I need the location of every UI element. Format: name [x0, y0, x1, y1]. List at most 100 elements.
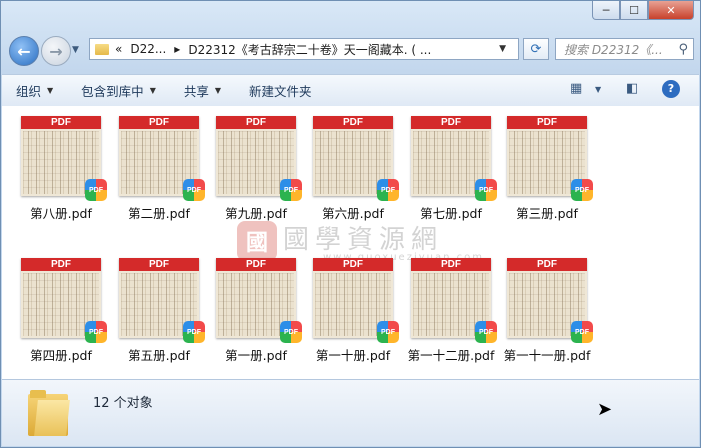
details-pane: 12 个对象	[2, 379, 699, 446]
file-item[interactable]: PDF PDF 第八册.pdf	[13, 116, 109, 222]
pdf-band-label: PDF	[21, 116, 101, 129]
watermark: 國 國學資源網 www.guoxueziyuan.com	[237, 219, 484, 263]
pdf-thumbnail: PDF PDF	[507, 258, 593, 343]
pdf-band-label: PDF	[507, 258, 587, 271]
file-item[interactable]: PDF PDF 第六册.pdf	[305, 116, 401, 222]
file-item[interactable]: PDF PDF 第一十二册.pdf	[403, 258, 499, 364]
item-count: 12 个对象	[93, 396, 153, 411]
large-folder-icon	[28, 388, 70, 436]
folder-tab	[30, 390, 46, 398]
file-item[interactable]: PDF PDF 第五册.pdf	[111, 258, 207, 364]
share-menu[interactable]: 共享 ▼	[170, 81, 235, 100]
pdf-app-icon: PDF	[475, 321, 497, 343]
preview-pane-button[interactable]: ◧	[626, 81, 638, 96]
file-name: 第八册.pdf	[30, 206, 92, 221]
pdf-thumbnail: PDF PDF	[313, 116, 399, 201]
include-in-library-menu[interactable]: 包含到库中 ▼	[67, 81, 170, 100]
pdf-app-icon: PDF	[85, 179, 107, 201]
refresh-button[interactable]: ⟳	[523, 38, 549, 60]
chevron-down-icon: ▼	[47, 86, 54, 95]
pdf-badge-label: PDF	[381, 328, 395, 336]
file-item[interactable]: PDF PDF 第七册.pdf	[403, 116, 499, 222]
organize-label: 组织	[16, 84, 42, 99]
pdf-badge-label: PDF	[89, 186, 103, 194]
breadcrumb-item[interactable]: D22...	[130, 42, 166, 56]
search-input[interactable]: 搜索 D22312《... ⚲	[555, 38, 694, 60]
pdf-badge-label: PDF	[89, 328, 103, 336]
chevron-down-icon: ▼	[149, 86, 156, 95]
pdf-band-label: PDF	[313, 258, 393, 271]
search-placeholder: 搜索 D22312《...	[564, 42, 663, 57]
pdf-badge-label: PDF	[575, 328, 589, 336]
mouse-cursor-icon: ➤	[597, 399, 613, 420]
pdf-band-label: PDF	[411, 258, 491, 271]
pdf-badge-label: PDF	[479, 328, 493, 336]
file-name: 第一十一册.pdf	[503, 348, 591, 363]
address-bar[interactable]: « D22... ▸ D22312《考古辞宗二十卷》天一阁藏本. ( ... ▼	[89, 38, 519, 60]
pdf-app-icon: PDF	[571, 179, 593, 201]
pdf-badge-label: PDF	[284, 328, 298, 336]
watermark-title: 國學資源網	[283, 225, 444, 255]
close-button[interactable]: ✕	[648, 1, 694, 20]
pdf-band-label: PDF	[313, 116, 393, 129]
pdf-band-label: PDF	[119, 116, 199, 129]
pdf-badge-label: PDF	[187, 328, 201, 336]
refresh-icon: ⟳	[530, 41, 542, 57]
preview-pane-icon: ◧	[626, 81, 639, 96]
file-item[interactable]: PDF PDF 第九册.pdf	[208, 116, 304, 222]
view-grid-icon: ▦	[570, 81, 583, 96]
pdf-thumbnail: PDF PDF	[507, 116, 593, 201]
watermark-seal-icon: 國	[237, 221, 277, 261]
forward-button[interactable]: →	[41, 36, 71, 66]
file-item[interactable]: PDF PDF 第四册.pdf	[13, 258, 109, 364]
new-folder-button[interactable]: 新建文件夹	[235, 81, 326, 100]
file-name: 第一十二册.pdf	[407, 348, 495, 363]
file-item[interactable]: PDF PDF 第三册.pdf	[499, 116, 595, 222]
pdf-thumbnail: PDF PDF	[313, 258, 399, 343]
pdf-band-label: PDF	[216, 116, 296, 129]
file-item[interactable]: PDF PDF 第一册.pdf	[208, 258, 304, 364]
file-name: 第四册.pdf	[30, 348, 92, 363]
pdf-badge-label: PDF	[187, 186, 201, 194]
pdf-app-icon: PDF	[183, 179, 205, 201]
pdf-band-label: PDF	[21, 258, 101, 271]
breadcrumb-separator-icon[interactable]: ▸	[174, 42, 180, 56]
pdf-badge-label: PDF	[284, 186, 298, 194]
pdf-thumbnail: PDF PDF	[119, 258, 205, 343]
recent-pages-dropdown-icon[interactable]: ▼	[72, 45, 79, 55]
pdf-badge-label: PDF	[381, 186, 395, 194]
chevron-down-icon: ▼	[214, 86, 222, 95]
file-name: 第一十册.pdf	[315, 348, 391, 363]
pdf-app-icon: PDF	[571, 321, 593, 343]
view-dropdown-icon[interactable]: ▼	[595, 85, 601, 94]
maximize-button[interactable]: ☐	[620, 1, 648, 20]
pdf-band-label: PDF	[216, 258, 296, 271]
file-name: 第六册.pdf	[322, 206, 384, 221]
breadcrumb-item[interactable]: D22312《考古辞宗二十卷》天一阁藏本. ( ...	[188, 41, 431, 58]
change-view-button[interactable]: ▦	[570, 81, 582, 96]
pdf-thumbnail: PDF PDF	[216, 258, 302, 343]
address-chevron-icon[interactable]: «	[115, 42, 122, 56]
file-name: 第二册.pdf	[128, 206, 190, 221]
back-button[interactable]: ←	[9, 36, 39, 66]
pdf-band-label: PDF	[507, 116, 587, 129]
organize-menu[interactable]: 组织 ▼	[2, 81, 67, 100]
file-item[interactable]: PDF PDF 第一十册.pdf	[305, 258, 401, 364]
help-icon[interactable]: ?	[662, 80, 680, 98]
search-icon[interactable]: ⚲	[678, 42, 688, 57]
file-list-view: 國 國學資源網 www.guoxueziyuan.com PDF PDF 第八册.p…	[2, 106, 699, 379]
folder-front	[34, 400, 70, 436]
folder-icon	[95, 43, 109, 55]
pdf-badge-label: PDF	[575, 186, 589, 194]
minimize-button[interactable]: ─	[592, 1, 620, 20]
command-bar: 组织 ▼ 包含到库中 ▼ 共享 ▼ 新建文件夹 ▦ ▼ ◧ ?	[2, 74, 699, 107]
pdf-app-icon: PDF	[280, 179, 302, 201]
file-name: 第三册.pdf	[516, 206, 578, 221]
pdf-thumbnail: PDF PDF	[216, 116, 302, 201]
file-item[interactable]: PDF PDF 第一十一册.pdf	[499, 258, 595, 364]
pdf-thumbnail: PDF PDF	[21, 258, 107, 343]
pdf-thumbnail: PDF PDF	[411, 258, 497, 343]
file-name: 第七册.pdf	[420, 206, 482, 221]
address-dropdown-icon[interactable]: ▼	[499, 44, 506, 54]
file-item[interactable]: PDF PDF 第二册.pdf	[111, 116, 207, 222]
